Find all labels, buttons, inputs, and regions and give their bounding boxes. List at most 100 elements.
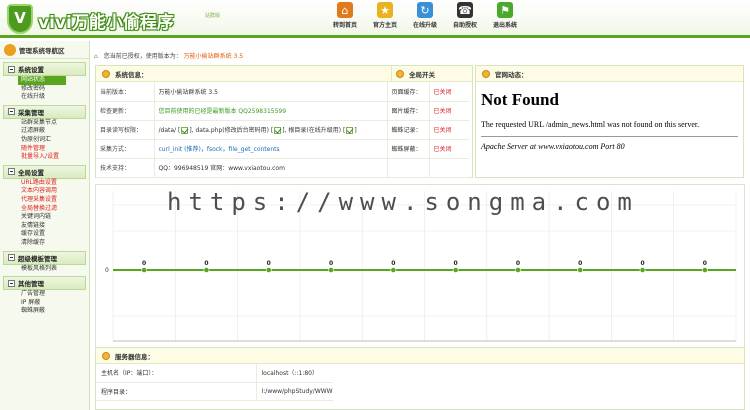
sysinfo-value: curl_init (推荐)，fsock，file_get_contents — [154, 139, 388, 159]
group-label: 系统设置 — [18, 66, 44, 74]
switch-status[interactable]: 已关闭 — [429, 120, 469, 140]
server-key: 主机名（IP：端口）： — [96, 364, 257, 383]
sidebar-title: 管理系统导航区 — [19, 46, 65, 55]
server-key: 程序目录： — [96, 382, 257, 401]
sidebar-group: 超级模板管理 模板风格列表 — [0, 250, 89, 274]
sidebar-item[interactable]: 批量导入/设置 — [21, 153, 89, 162]
sysinfo-key: 当前版本： — [96, 82, 155, 102]
group-label: 全局设置 — [18, 168, 44, 177]
switch-key: 页面缓存： — [387, 82, 430, 102]
switch-title: 全局开关 — [409, 70, 435, 79]
server-row: 程序目录： I:/www/phpStudy/WWW — [96, 382, 333, 401]
sidebar-item[interactable]: 缓存设置 — [21, 230, 89, 239]
data-point[interactable] — [701, 267, 708, 273]
server-title: 服务器信息： — [115, 352, 154, 361]
watermark: https://www.songma.com — [167, 188, 639, 216]
sysinfo-row: 采集方式： curl_init (推荐)，fsock，file_get_conte… — [96, 139, 469, 159]
sidebar-group-title[interactable]: 超级模板管理 — [3, 250, 86, 265]
sidebar-group: 系统设置网站状态 修改密码 在线升级 — [0, 62, 89, 102]
nav-item-1[interactable]: ★ 官方主页 — [365, 2, 405, 29]
collect-method: fsock — [206, 146, 223, 153]
nav-item-0[interactable]: ⌂ 转到首页 — [325, 2, 365, 29]
home-icon: ⌂ — [337, 2, 353, 18]
sidebar-item[interactable]: 广告管理 — [21, 290, 89, 299]
sidebar-group-title[interactable]: 其他管理 — [3, 276, 86, 291]
news-panel: 官网动态： Not Found The requested URL /admin… — [475, 65, 744, 178]
collapse-icon[interactable] — [8, 254, 15, 261]
sidebar-item[interactable]: 蜘蛛屏蔽 — [21, 307, 89, 316]
sidebar-item[interactable]: 关键词内链 — [21, 213, 89, 222]
check-icon — [274, 127, 282, 134]
data-label: 0 — [454, 260, 458, 267]
collapse-icon[interactable] — [8, 279, 15, 287]
main-content: ⌂ 您当前已授权，使用版本为： 万能小偷站群系统 3.5 系统信息： 全局开关 … — [90, 41, 750, 410]
sidebar-item[interactable]: 在线升级 — [21, 93, 89, 102]
group-label: 其他管理 — [18, 280, 44, 289]
data-label: 0 — [204, 260, 208, 267]
switch-status[interactable]: 已关闭 — [429, 139, 469, 159]
sidebar-group-title[interactable]: 全局设置 — [3, 164, 86, 179]
gear-icon — [102, 351, 110, 360]
gear-icon — [482, 69, 490, 78]
phone-icon: ☎ — [457, 2, 473, 18]
nav-label: 转到首页 — [332, 22, 357, 29]
switch-status[interactable]: 已关闭 — [429, 82, 469, 102]
sidebar-item[interactable]: 全局替换过滤 — [21, 205, 89, 214]
sidebar-item[interactable]: 过滤屏蔽 — [21, 127, 89, 136]
collapse-icon[interactable] — [8, 108, 15, 116]
nav-item-3[interactable]: ☎ 自助授权 — [445, 2, 485, 29]
sidebar-group-title[interactable]: 采集管理 — [3, 104, 86, 119]
sysinfo-key: 技术支持： — [96, 158, 155, 178]
not-found-heading: Not Found — [481, 90, 559, 109]
data-point[interactable] — [390, 267, 397, 273]
sidebar-item[interactable]: 文本内容调用 — [21, 187, 89, 196]
data-label: 0 — [578, 260, 582, 267]
sidebar-item[interactable]: 模板风格列表 — [21, 265, 89, 274]
logo-icon: V — [7, 4, 33, 34]
data-point[interactable] — [265, 267, 272, 273]
sidebar-item[interactable]: 清除缓存 — [21, 239, 89, 248]
sysinfo-value: QQ：996948519 官网：www.vxiaotou.com — [154, 158, 388, 178]
server-panel: 服务器信息： 主机名（IP：端口）： localhost（::1:80） 程序目录：… — [95, 347, 745, 410]
switch-status[interactable] — [429, 158, 469, 178]
sidebar-group: 采集管理 站群采集节点 过滤屏蔽 伪原创词汇 随件管理 批量导入/设置 — [0, 104, 89, 162]
breadcrumb: ⌂ 您当前已授权，使用版本为： 万能小偷站群系统 3.5 — [94, 51, 243, 60]
nav-label: 在线升级 — [412, 22, 437, 29]
collapse-icon[interactable] — [8, 65, 15, 73]
home-icon[interactable]: ⌂ — [94, 53, 98, 60]
data-point[interactable] — [452, 267, 459, 273]
breadcrumb-text: 您当前已授权，使用版本为： — [103, 53, 182, 60]
sidebar-item[interactable]: 代理采集设置 — [21, 196, 89, 205]
data-point[interactable] — [328, 267, 334, 273]
sidebar-item[interactable]: 随件管理 — [21, 145, 89, 154]
data-point[interactable] — [515, 267, 521, 273]
data-point[interactable] — [577, 267, 584, 273]
gear-icon — [102, 69, 110, 78]
dir-text: /data/ [ — [158, 127, 181, 134]
sidebar-item[interactable]: 网站状态 — [18, 76, 66, 85]
server-value: localhost（::1:80） — [256, 364, 333, 383]
version-link[interactable]: 万能小偷站群系统 3.5 — [184, 53, 243, 60]
nav-item-2[interactable]: ↻ 在线升级 — [405, 2, 445, 29]
sidebar-item[interactable]: IP 屏蔽 — [21, 299, 89, 308]
nav-item-4[interactable]: ⚑ 退出系统 — [485, 2, 525, 29]
data-point[interactable] — [141, 267, 148, 273]
sysinfo-value: /data/ [], data.php(修改后台密码用) [], 根目录(在线升… — [154, 120, 388, 140]
sidebar-group-title[interactable]: 系统设置 — [3, 62, 86, 76]
data-point[interactable] — [203, 267, 210, 273]
sysinfo-value: 万能小偷站群系统 3.5 — [154, 82, 388, 102]
nav-label: 自助授权 — [452, 22, 477, 29]
y-tick-label: 0 — [105, 267, 109, 274]
collapse-icon[interactable] — [8, 168, 15, 176]
sidebar-item[interactable]: 伪原创词汇 — [21, 136, 89, 145]
news-title: 官网动态： — [495, 70, 528, 79]
app-title: vivi万能小偷程序 — [38, 13, 174, 33]
data-label: 0 — [391, 260, 395, 267]
data-point[interactable] — [639, 267, 646, 273]
sidebar-groups: 系统设置网站状态 修改密码 在线升级采集管理 站群采集节点 过滤屏蔽 伪原创词汇 随件管理批… — [0, 62, 89, 316]
rss-exit-icon: ⚑ — [497, 2, 513, 18]
sidebar-item[interactable]: 修改密码 — [21, 85, 89, 94]
switch-status[interactable]: 已关闭 — [429, 101, 469, 121]
sidebar-header: 管理系统导航区 — [0, 41, 89, 59]
divider — [481, 136, 738, 137]
